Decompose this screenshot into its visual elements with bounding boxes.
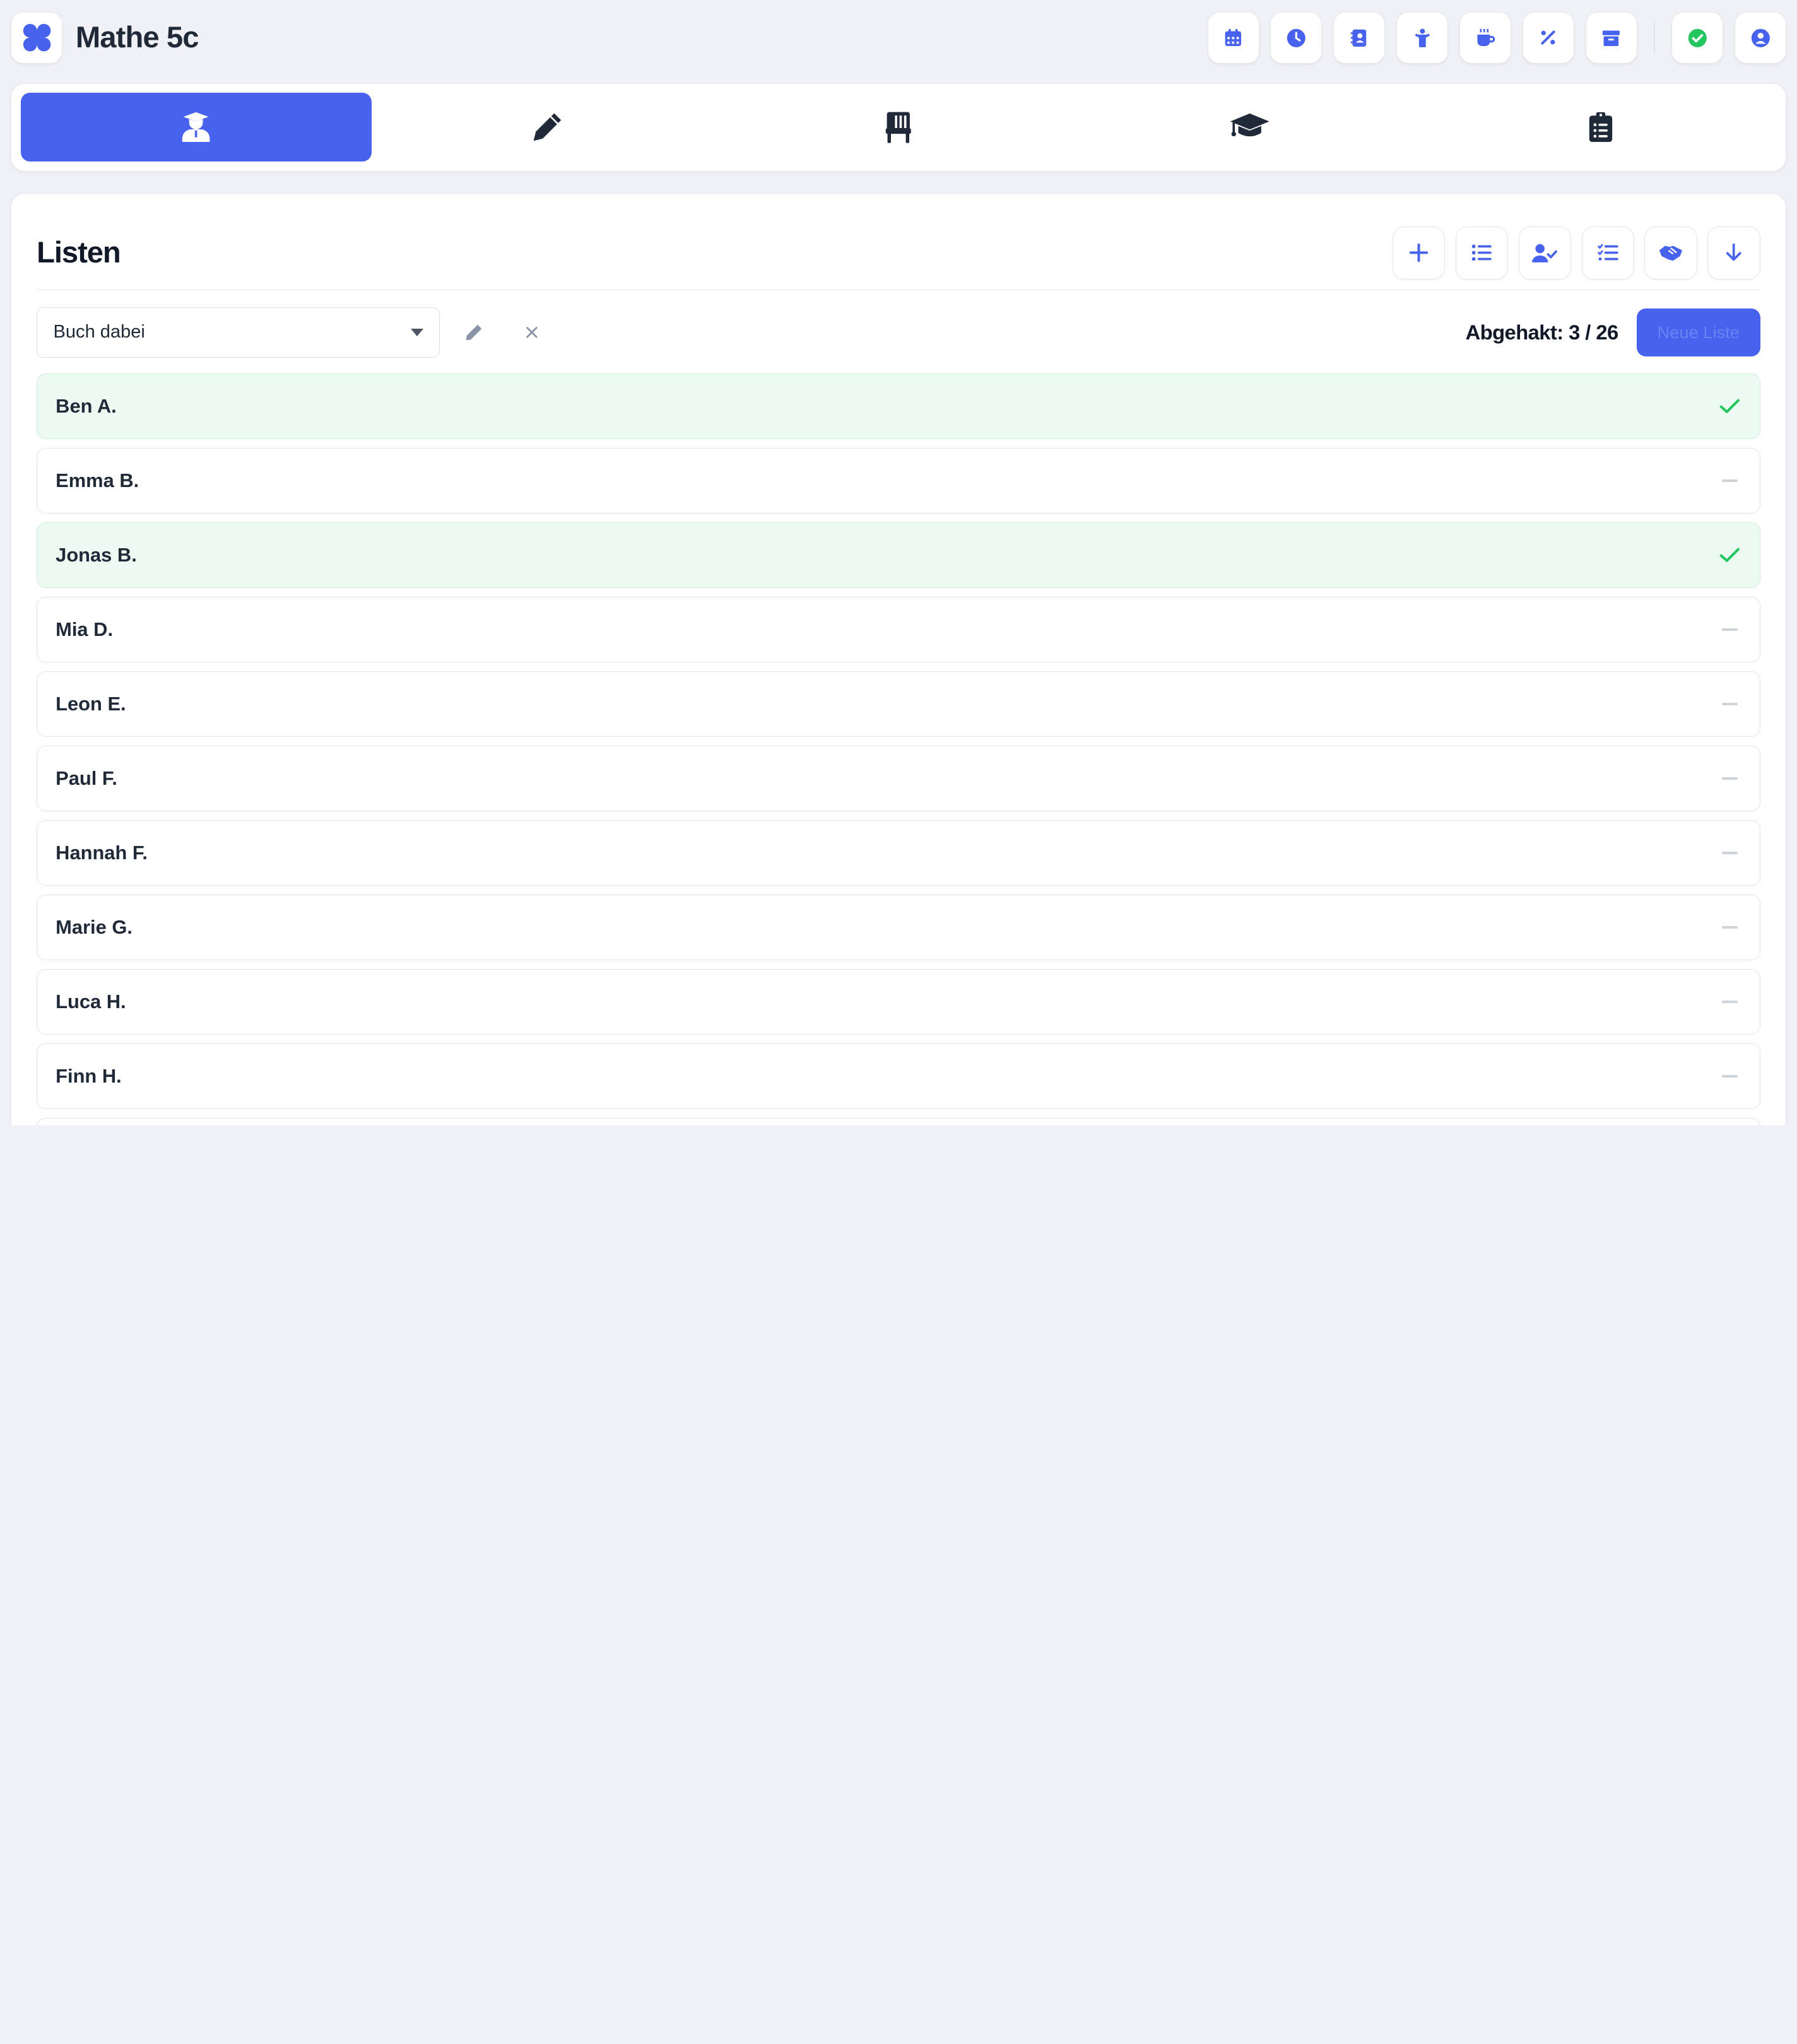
student-name: Paul F. [56,767,117,790]
header-actions [1208,12,1786,63]
contact-book-icon [1350,29,1367,47]
student-row[interactable]: Marie G. [37,895,1760,960]
user-account-icon [1751,28,1770,47]
student-name: Hannah F. [56,842,148,864]
student-row[interactable] [37,1118,1760,1125]
app-title: Mathe 5c [75,21,199,55]
dash-icon [1718,852,1741,854]
download-button[interactable] [1707,226,1760,279]
list-select[interactable]: Buch dabei [37,307,440,358]
edit-list-button[interactable] [452,309,498,355]
student-name: Emma B. [56,469,139,491]
dash-icon [1718,628,1741,631]
percent-icon [1541,30,1556,45]
dash-icon [1718,479,1741,482]
section-title: Listen [37,236,121,270]
contacts-button[interactable] [1334,12,1385,63]
handshake-icon [1659,245,1683,261]
student-name: Ben A. [56,394,117,417]
chair-icon [885,112,911,143]
tab-tasks[interactable] [1425,93,1777,162]
student-row[interactable]: Ben A. [37,373,1760,439]
app-logo-icon[interactable] [11,12,62,63]
student-row[interactable]: Paul F. [37,746,1760,811]
coffee-icon [1477,28,1495,46]
app-page: Mathe 5c Listen Buch dabei Abgehakt: 3 /… [0,0,1797,1125]
pencil-icon [466,324,482,341]
student-name: Leon E. [56,692,126,715]
check-icon [1718,547,1741,563]
list-view-button[interactable] [1455,226,1509,279]
student-row[interactable]: Hannah F. [37,820,1760,886]
student-name: Luca H. [56,990,126,1013]
main-tabs [11,83,1786,171]
chevron-down-icon [411,328,424,336]
status-button[interactable] [1672,12,1723,63]
lists-card: Listen Buch dabei Abgehakt: 3 / 26 Neue … [11,193,1786,1125]
child-button[interactable] [1397,12,1448,63]
student-name: Finn H. [56,1065,122,1088]
calendar-button[interactable] [1208,12,1259,63]
handshake-button[interactable] [1644,226,1697,279]
graduation-cap-icon [1230,113,1270,137]
list-select-value: Buch dabei [53,322,145,343]
coffee-button[interactable] [1460,12,1511,63]
account-button[interactable] [1735,12,1786,63]
checklist-icon [1598,244,1618,261]
dash-icon [1718,1075,1741,1078]
archive-button[interactable] [1586,12,1637,63]
percent-button[interactable] [1523,12,1574,63]
clock-button[interactable] [1271,12,1322,63]
section-actions [1392,226,1760,279]
student-teacher-icon [182,112,210,143]
close-icon [526,326,538,338]
archive-icon [1603,30,1620,46]
dash-icon [1718,926,1741,929]
student-row[interactable]: Finn H. [37,1043,1760,1109]
student-row[interactable]: Luca H. [37,969,1760,1035]
calendar-icon [1225,28,1242,46]
check-icon [1718,398,1741,414]
user-check-button[interactable] [1518,226,1572,279]
arrow-down-icon [1726,244,1741,261]
header-divider [1653,21,1655,54]
tab-seating[interactable] [723,93,1075,162]
student-row[interactable]: Mia D. [37,597,1760,662]
dash-icon [1718,777,1741,780]
checked-count: Abgehakt: 3 / 26 [1465,320,1619,344]
child-icon [1415,28,1430,47]
tab-grades[interactable] [372,93,723,162]
add-icon [1410,244,1429,262]
student-row[interactable]: Jonas B. [37,522,1760,588]
tab-exams[interactable] [1074,93,1425,162]
clock-icon [1287,28,1305,47]
app-header: Mathe 5c [11,11,1786,64]
student-name: Mia D. [56,618,114,640]
student-row[interactable]: Leon E. [37,671,1760,737]
dash-icon [1718,703,1741,705]
add-button[interactable] [1392,226,1446,279]
new-list-button[interactable]: Neue Liste [1636,308,1760,356]
pencil-icon [533,113,562,141]
delete-list-button[interactable] [509,309,555,355]
student-row[interactable]: Emma B. [37,448,1760,514]
clipboard-list-icon [1589,112,1613,143]
checklist-button[interactable] [1581,226,1635,279]
user-check-icon [1532,244,1558,262]
status-ok-icon [1688,28,1707,47]
list-toolbar: Buch dabei Abgehakt: 3 / 26 Neue Liste [37,307,1760,358]
student-name: Marie G. [56,916,133,939]
student-list: Ben A. Emma B. Jonas B. Mia D. Leon E. Paul F… [37,373,1760,1125]
lists-card-header: Listen [37,216,1760,290]
list-icon [1471,244,1492,261]
student-name: Jonas B. [56,543,137,566]
dash-icon [1718,1001,1741,1003]
tab-students[interactable] [20,93,372,162]
